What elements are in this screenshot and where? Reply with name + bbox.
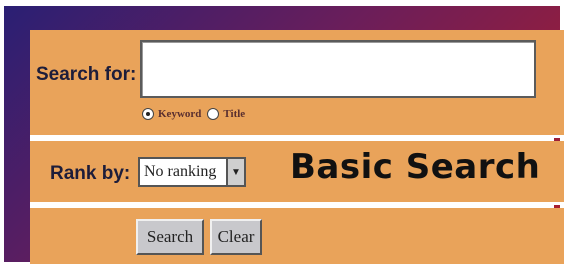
- chevron-down-icon[interactable]: ▼: [226, 159, 244, 185]
- search-input[interactable]: [140, 40, 536, 98]
- rank-row: Rank by: No ranking ▼ Basic Search: [30, 141, 564, 205]
- rank-by-label: Rank by:: [50, 163, 131, 184]
- search-form-frame: Search for: Keyword Title Rank by: No ra…: [4, 6, 564, 264]
- rank-select-value: No ranking: [144, 163, 217, 180]
- radio-title[interactable]: Title: [207, 108, 245, 120]
- radio-keyword[interactable]: Keyword: [142, 108, 201, 120]
- search-type-options: Keyword Title: [142, 108, 245, 120]
- radio-title-dot[interactable]: [207, 108, 220, 120]
- search-button[interactable]: Search: [136, 219, 204, 255]
- rank-select[interactable]: No ranking ▼: [138, 157, 246, 187]
- search-row: Search for: Keyword Title: [30, 30, 564, 138]
- page-title: Basic Search: [290, 147, 541, 187]
- button-row: Search Clear: [30, 208, 564, 264]
- clear-button[interactable]: Clear: [210, 219, 262, 255]
- radio-keyword-dot[interactable]: [142, 108, 154, 120]
- radio-title-label: Title: [223, 108, 246, 120]
- search-form-panel: Search for: Keyword Title Rank by: No ra…: [30, 30, 564, 264]
- search-for-label: Search for:: [36, 64, 137, 85]
- radio-keyword-label: Keyword: [158, 108, 202, 120]
